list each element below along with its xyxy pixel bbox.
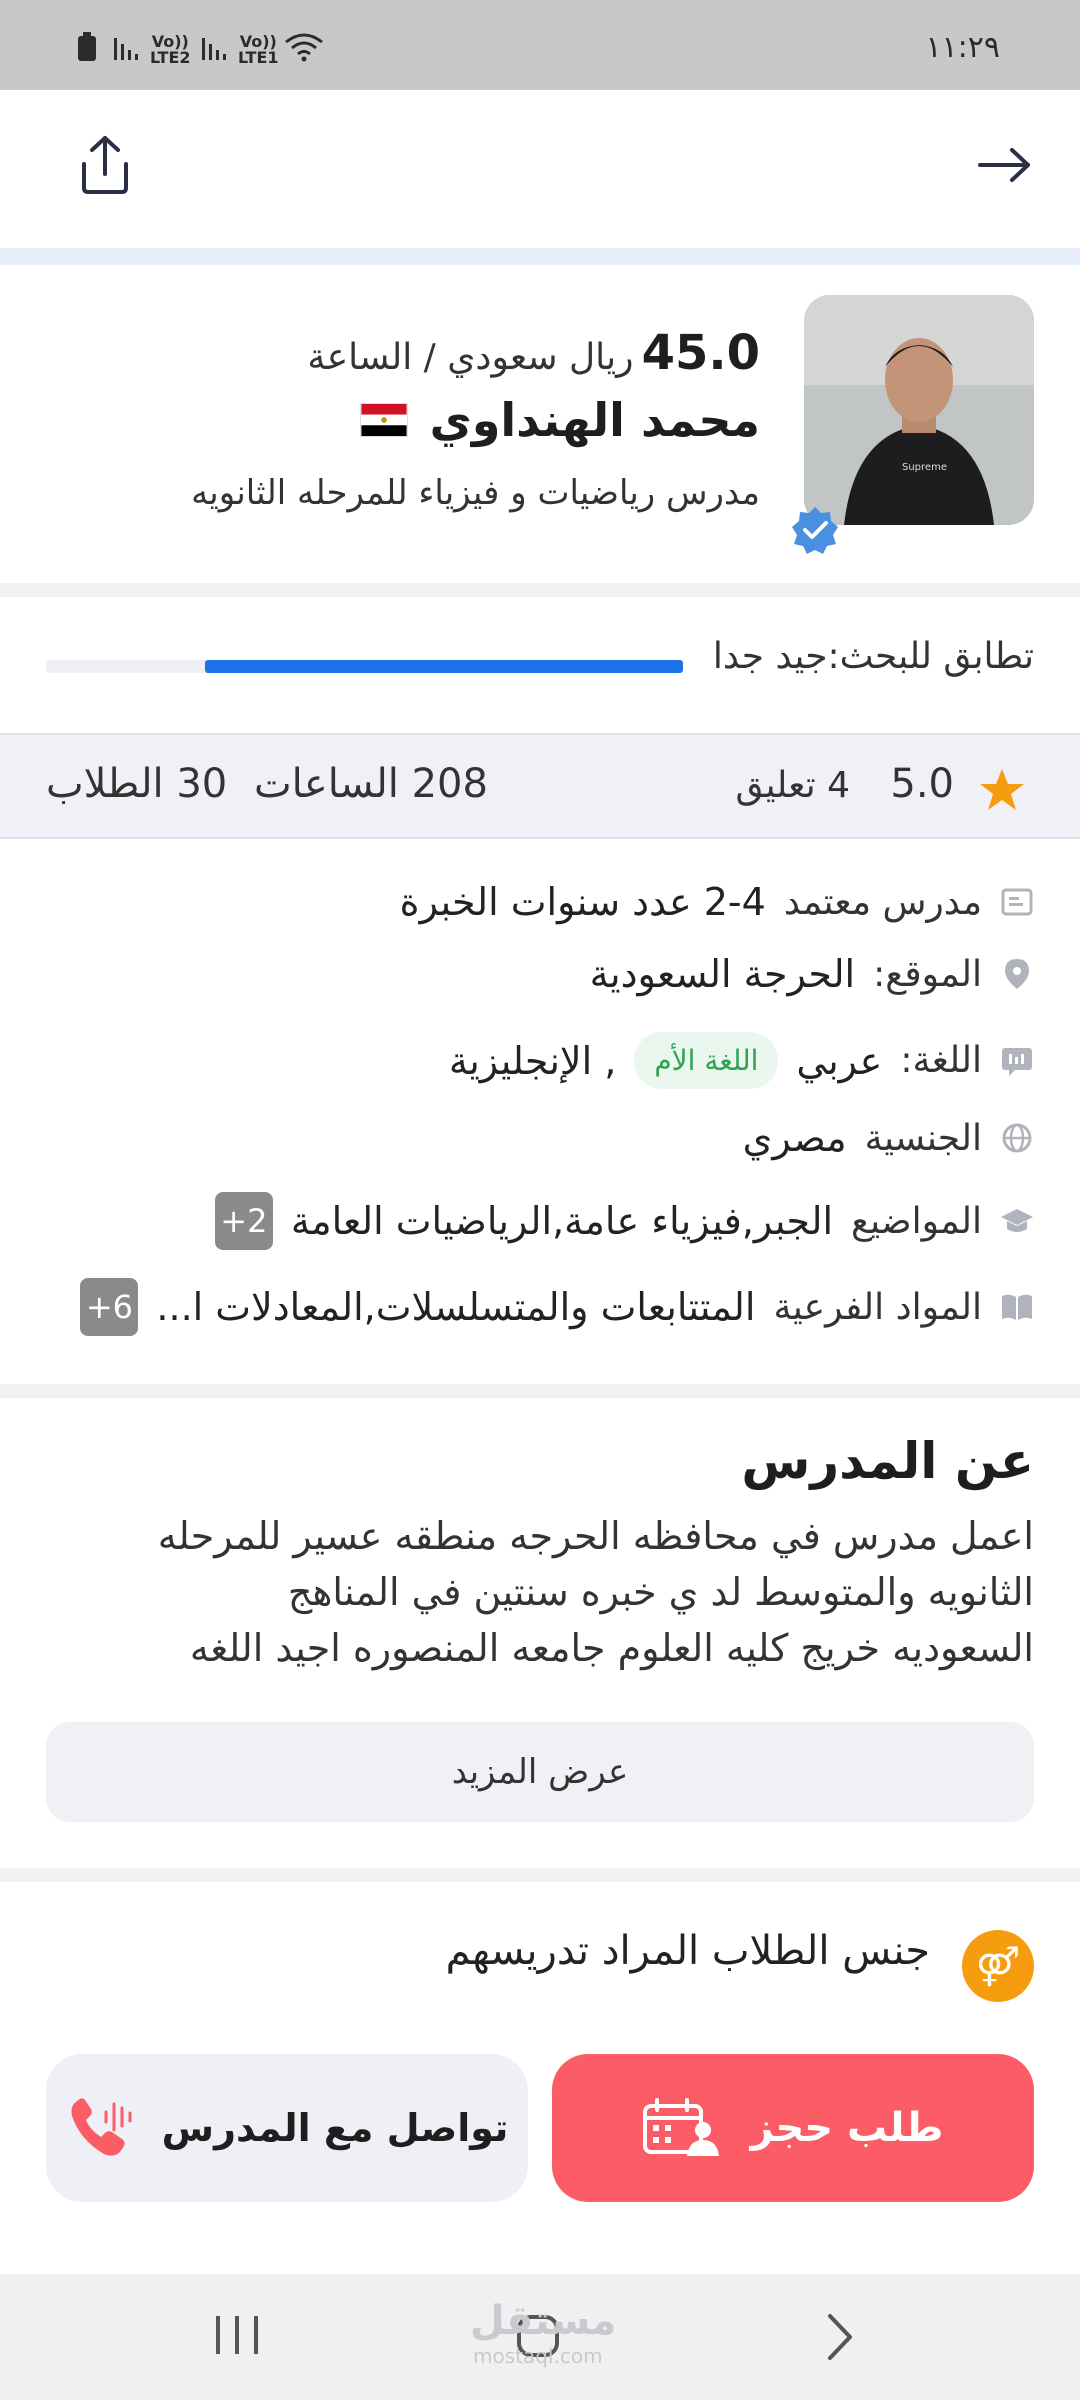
divider xyxy=(0,1868,1080,1882)
more-sub-subjects-badge[interactable]: 6+ xyxy=(80,1278,139,1336)
gender-label: جنس الطلاب المراد تدريسهم xyxy=(445,1928,930,1974)
mostaql-watermark-sub: mostaql.com xyxy=(473,2344,603,2368)
clock: ١١:٢٩ xyxy=(925,30,1000,65)
contact-tutor-button[interactable]: تواصل مع المدرس xyxy=(46,2054,528,2202)
about-line: الثانويه والمتوسط لد ي خبره سنتين في الم… xyxy=(287,1570,1034,1614)
about-line: السعوديه خريج كليه العلوم جامعه المنصوره… xyxy=(189,1626,1034,1670)
location-pin-icon xyxy=(1000,957,1034,991)
book-icon xyxy=(1000,1290,1034,1324)
native-language-badge: اللغة الأم xyxy=(634,1032,779,1089)
tutor-photo[interactable]: Supreme xyxy=(804,295,1034,525)
more-subjects-badge[interactable]: 2+ xyxy=(214,1192,273,1250)
reviews-count[interactable]: 4 تعليق xyxy=(735,765,850,806)
tutor-profile-card: Supreme 45.0ريال سعودي / الساعة محمد اله… xyxy=(0,265,1080,583)
globe-icon xyxy=(1000,1121,1034,1155)
stats-bar: 5.0 4 تعليق 208 الساعات 30 الطلاب xyxy=(0,733,1080,839)
share-icon[interactable] xyxy=(70,130,140,200)
hours-count: 208 الساعات xyxy=(254,761,488,807)
detail-value: 2-4 عدد سنوات الخبرة xyxy=(399,880,766,924)
tutor-name: محمد الهنداوي xyxy=(429,393,760,447)
calendar-user-icon xyxy=(642,2098,719,2156)
battery-icon xyxy=(78,32,96,61)
system-nav-bar: مستقل mostaql.com xyxy=(0,2274,1080,2400)
divider xyxy=(0,1384,1080,1398)
detail-language: اللغة: عربي اللغة الأم , الإنجليزية xyxy=(449,1032,1034,1089)
contact-button-label: تواصل مع المدرس xyxy=(161,2106,509,2150)
sim1-label: Vo)) LTE1 xyxy=(238,32,279,67)
price: 45.0ريال سعودي / الساعة xyxy=(307,325,760,381)
phone-call-icon xyxy=(71,2098,132,2156)
students-count: 30 الطلاب xyxy=(46,761,228,807)
detail-sub-subjects: المواد الفرعية المتتابعات والمتسلسلات,ال… xyxy=(80,1278,1034,1336)
about-line: اعمل مدرس في محافظه الحرجه منطقه عسير لل… xyxy=(157,1514,1034,1558)
detail-value: , الإنجليزية xyxy=(448,1038,617,1083)
back-nav-icon[interactable] xyxy=(822,2312,858,2362)
detail-label: الجنسية xyxy=(864,1117,982,1159)
about-heading: عن المدرس xyxy=(741,1432,1034,1490)
gender-icon: ⚤ xyxy=(962,1930,1034,2002)
name-row: محمد الهنداوي xyxy=(359,393,760,447)
detail-value: الجبر,فيزياء عامة,الرياضيات العامة xyxy=(290,1199,834,1243)
price-unit: ريال سعودي / الساعة xyxy=(307,337,634,378)
book-button[interactable]: طلب حجز xyxy=(552,2054,1034,2202)
detail-label: مدرس معتمد xyxy=(783,881,982,923)
detail-label: الموقع: xyxy=(873,953,982,995)
detail-location: الموقع: الحرجة السعودية xyxy=(590,952,1034,996)
certificate-icon xyxy=(1000,885,1034,919)
match-progress-fill xyxy=(205,660,683,673)
recent-apps-icon[interactable] xyxy=(212,2312,262,2358)
show-more-button[interactable]: عرض المزيد xyxy=(46,1722,1034,1822)
about-text: اعمل مدرس في محافظه الحرجه منطقه عسير لل… xyxy=(44,1508,1034,1676)
graduation-cap-icon xyxy=(1000,1204,1034,1238)
divider xyxy=(0,248,1080,265)
verified-badge-icon xyxy=(792,507,838,554)
sim2-label: Vo)) LTE2 xyxy=(150,32,191,67)
detail-nationality: الجنسية مصري xyxy=(743,1116,1034,1160)
egypt-flag-icon xyxy=(359,403,408,437)
star-icon xyxy=(980,769,1024,810)
detail-subjects: المواضيع الجبر,فيزياء عامة,الرياضيات الع… xyxy=(214,1192,1034,1250)
signal-icon xyxy=(114,38,138,60)
detail-experience: مدرس معتمد 2-4 عدد سنوات الخبرة xyxy=(400,880,1034,924)
signal-icon xyxy=(202,38,226,60)
detail-label: المواد الفرعية xyxy=(773,1286,982,1328)
detail-value: الحرجة السعودية xyxy=(589,952,856,996)
book-button-label: طلب حجز xyxy=(750,2105,944,2151)
detail-value: المتتابعات والمتسلسلات,المعادلات ا... xyxy=(156,1285,756,1329)
detail-value: مصري xyxy=(742,1116,847,1160)
detail-label: اللغة: xyxy=(900,1040,982,1081)
match-label: تطابق للبحث:جيد جدا xyxy=(712,636,1034,677)
divider xyxy=(0,583,1080,597)
language-icon xyxy=(1000,1044,1034,1078)
status-bar: Vo)) LTE2 Vo)) LTE1 ١١:٢٩ xyxy=(0,0,1080,90)
tutor-headline: مدرس رياضيات و فيزياء للمرحله الثانويه xyxy=(191,473,760,513)
detail-value: عربي xyxy=(796,1038,883,1083)
detail-label: المواضيع xyxy=(851,1200,982,1242)
svg-text:Supreme: Supreme xyxy=(902,462,947,473)
top-bar xyxy=(0,90,1080,248)
back-arrow-icon[interactable] xyxy=(976,140,1034,190)
price-value: 45.0 xyxy=(641,325,760,381)
mostaql-watermark: مستقل xyxy=(470,2298,617,2344)
wifi-icon xyxy=(285,33,323,62)
rating-value: 5.0 xyxy=(890,761,954,807)
